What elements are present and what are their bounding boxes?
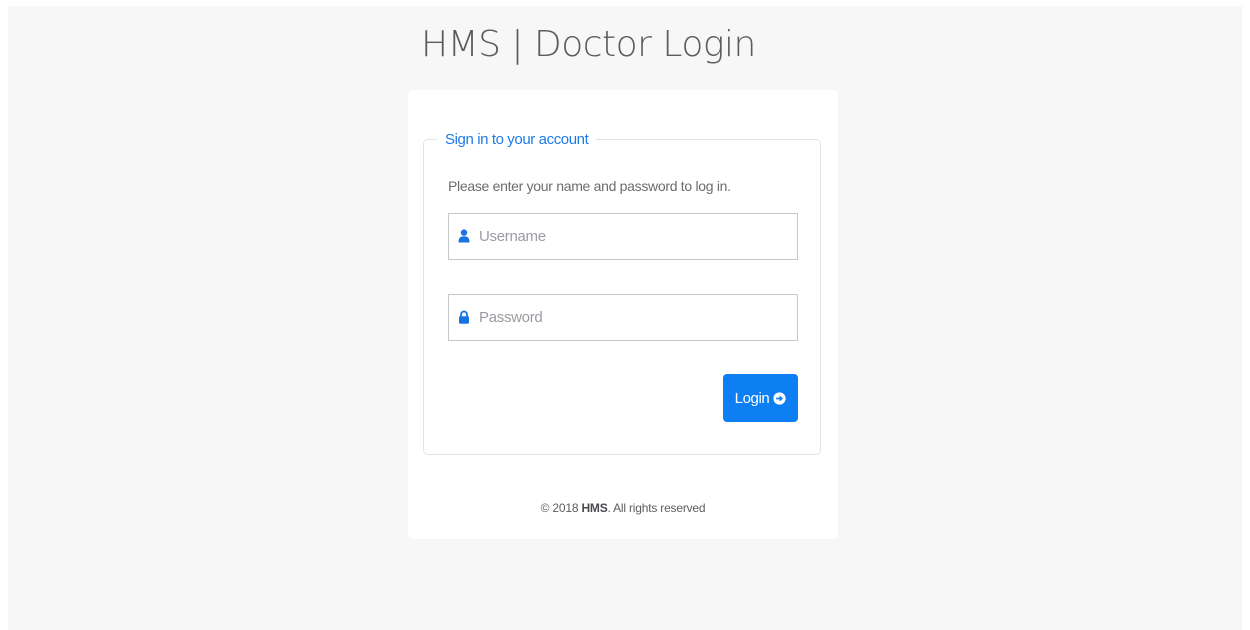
login-button-label: Login: [734, 389, 770, 407]
password-input[interactable]: [479, 295, 789, 340]
username-field-wrapper[interactable]: [448, 213, 798, 260]
login-button[interactable]: Login: [723, 374, 798, 422]
page-title: HMS | Doctor Login: [421, 24, 756, 65]
username-input[interactable]: [479, 214, 789, 259]
footer-suffix: . All rights reserved: [607, 501, 706, 515]
login-instruction: Please enter your name and password to l…: [448, 178, 731, 194]
footer-brand: HMS: [581, 501, 608, 515]
copyright-footer: © 2018 HMS. All rights reserved: [408, 501, 838, 515]
arrow-circle-right-icon: [773, 391, 786, 405]
login-card: Sign in to your account Please enter you…: [408, 90, 838, 539]
login-fieldset: Sign in to your account Please enter you…: [423, 130, 821, 455]
footer-prefix: © 2018: [540, 501, 582, 515]
password-field-wrapper[interactable]: [448, 294, 798, 341]
user-icon: [458, 229, 470, 243]
fieldset-legend: Sign in to your account: [437, 130, 597, 150]
lock-icon: [459, 310, 469, 324]
